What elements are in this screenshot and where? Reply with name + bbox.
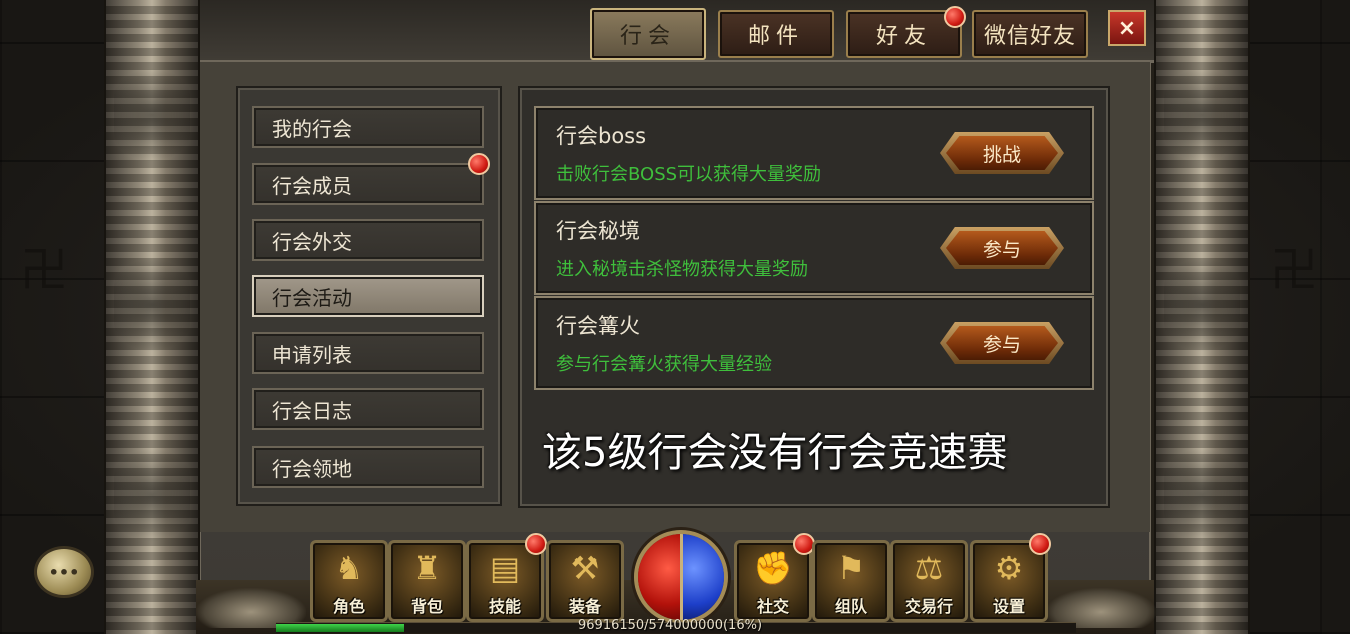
team-icon: ⚑	[836, 549, 866, 587]
menu-item-label: 行会日志	[272, 398, 352, 423]
bag-button[interactable]: ♜ 背包	[388, 540, 466, 622]
tab-friends-label: 好友	[875, 24, 932, 49]
equipment-button[interactable]: ⚒ 装备	[546, 540, 624, 622]
equipment-icon: ⚒	[570, 549, 600, 587]
activity-description: 参与行会篝火获得大量经验	[556, 354, 772, 375]
trade-icon: ⚖	[914, 549, 944, 587]
menu-item-my-guild[interactable]: 我的行会	[252, 106, 484, 148]
character-button[interactable]: ♞ 角色	[310, 540, 388, 622]
gear-icon: ⚙	[994, 549, 1024, 587]
character-icon: ♞	[334, 549, 364, 587]
tab-wechat-friends-label: 微信好友	[983, 24, 1076, 49]
activity-guild-boss: 行会boss 击败行会BOSS可以获得大量奖励 挑战	[534, 106, 1094, 200]
wall-carving-right: 卍	[1270, 242, 1319, 298]
menu-item-guild-members[interactable]: 行会成员	[252, 153, 490, 205]
bag-icon: ♜	[412, 549, 442, 587]
hud-button-label: 设置	[992, 597, 1025, 616]
activity-description: 进入秘境击杀怪物获得大量奖励	[556, 259, 808, 280]
tab-mail[interactable]: 邮件	[718, 10, 834, 58]
tab-wechat-friends[interactable]: 微信好友	[972, 10, 1088, 58]
menu-item-label: 申请列表	[272, 342, 352, 367]
menu-item-guild-activities[interactable]: 行会活动	[252, 275, 484, 317]
join-button-label: 参与	[946, 326, 1058, 360]
tab-guild[interactable]: 行会	[590, 8, 706, 60]
hp-mp-orb	[634, 530, 728, 624]
challenge-button[interactable]: 挑战	[940, 132, 1064, 174]
activity-guild-bonfire: 行会篝火 参与行会篝火获得大量经验 参与	[534, 296, 1094, 390]
join-button[interactable]: 参与	[940, 322, 1064, 364]
experience-text: 96916150/574000000(16%)	[578, 618, 763, 633]
orb-divider	[680, 534, 683, 620]
hud-button-label: 组队	[834, 597, 867, 616]
activity-description: 击败行会BOSS可以获得大量奖励	[556, 164, 822, 185]
skills-button[interactable]: ▤ 技能	[466, 533, 547, 622]
team-button[interactable]: ⚑ 组队	[812, 540, 890, 622]
experience-bar-fill	[276, 624, 404, 632]
activity-guild-secret-realm: 行会秘境 进入秘境击杀怪物获得大量奖励 参与	[534, 201, 1094, 295]
caption-overlay: 该5级行会没有行会竞速赛	[542, 430, 1008, 476]
skills-notification-badge	[525, 533, 547, 555]
activity-title: 行会秘境	[556, 219, 640, 243]
menu-item-application-list[interactable]: 申请列表	[252, 332, 484, 374]
menu-item-label: 行会活动	[272, 285, 352, 310]
hud-button-label: 社交	[756, 597, 789, 616]
hud-button-label: 背包	[410, 597, 443, 616]
menu-item-label: 我的行会	[272, 116, 352, 141]
members-notification-badge	[468, 153, 490, 175]
menu-item-guild-diplomacy[interactable]: 行会外交	[252, 219, 484, 261]
challenge-button-label: 挑战	[946, 136, 1058, 170]
menu-item-guild-log[interactable]: 行会日志	[252, 388, 484, 430]
social-button[interactable]: ✊ 社交	[734, 533, 815, 622]
wall-carving-left: 卍	[20, 242, 69, 298]
trade-button[interactable]: ⚖ 交易行	[890, 540, 968, 622]
activity-title: 行会篝火	[556, 314, 640, 338]
social-icon: ✊	[753, 549, 793, 587]
close-button[interactable]: ×	[1108, 10, 1146, 46]
close-icon: ×	[1117, 15, 1137, 41]
left-pillar-ornament	[104, 0, 200, 634]
hp-orb	[638, 534, 681, 620]
tab-friends[interactable]: 好友	[846, 6, 966, 58]
join-button-label: 参与	[946, 231, 1058, 265]
tab-guild-label: 行会	[619, 24, 676, 49]
activity-title: 行会boss	[556, 124, 647, 148]
settings-button[interactable]: ⚙ 设置	[970, 533, 1051, 622]
menu-item-guild-territory[interactable]: 行会领地	[252, 446, 484, 488]
menu-item-label: 行会领地	[272, 456, 352, 481]
hud-button-label: 技能	[488, 597, 521, 616]
mp-orb	[681, 534, 724, 620]
menu-item-label: 行会外交	[272, 229, 352, 254]
book-icon: ▤	[489, 549, 521, 587]
join-button[interactable]: 参与	[940, 227, 1064, 269]
guild-menu: 我的行会 行会成员 行会外交 行会活动 申请列表 行会日志 行会领地	[236, 86, 502, 506]
settings-notification-badge	[1029, 533, 1051, 555]
menu-item-label: 行会成员	[272, 173, 352, 198]
friends-notification-badge	[944, 6, 966, 28]
hud-button-label: 装备	[568, 597, 601, 616]
hud-button-label: 角色	[332, 597, 365, 616]
chat-bubble-icon[interactable]: •••	[34, 546, 94, 598]
tab-mail-label: 邮件	[747, 24, 804, 49]
hud-button-label: 交易行	[904, 597, 953, 616]
right-pillar-ornament	[1154, 0, 1250, 634]
